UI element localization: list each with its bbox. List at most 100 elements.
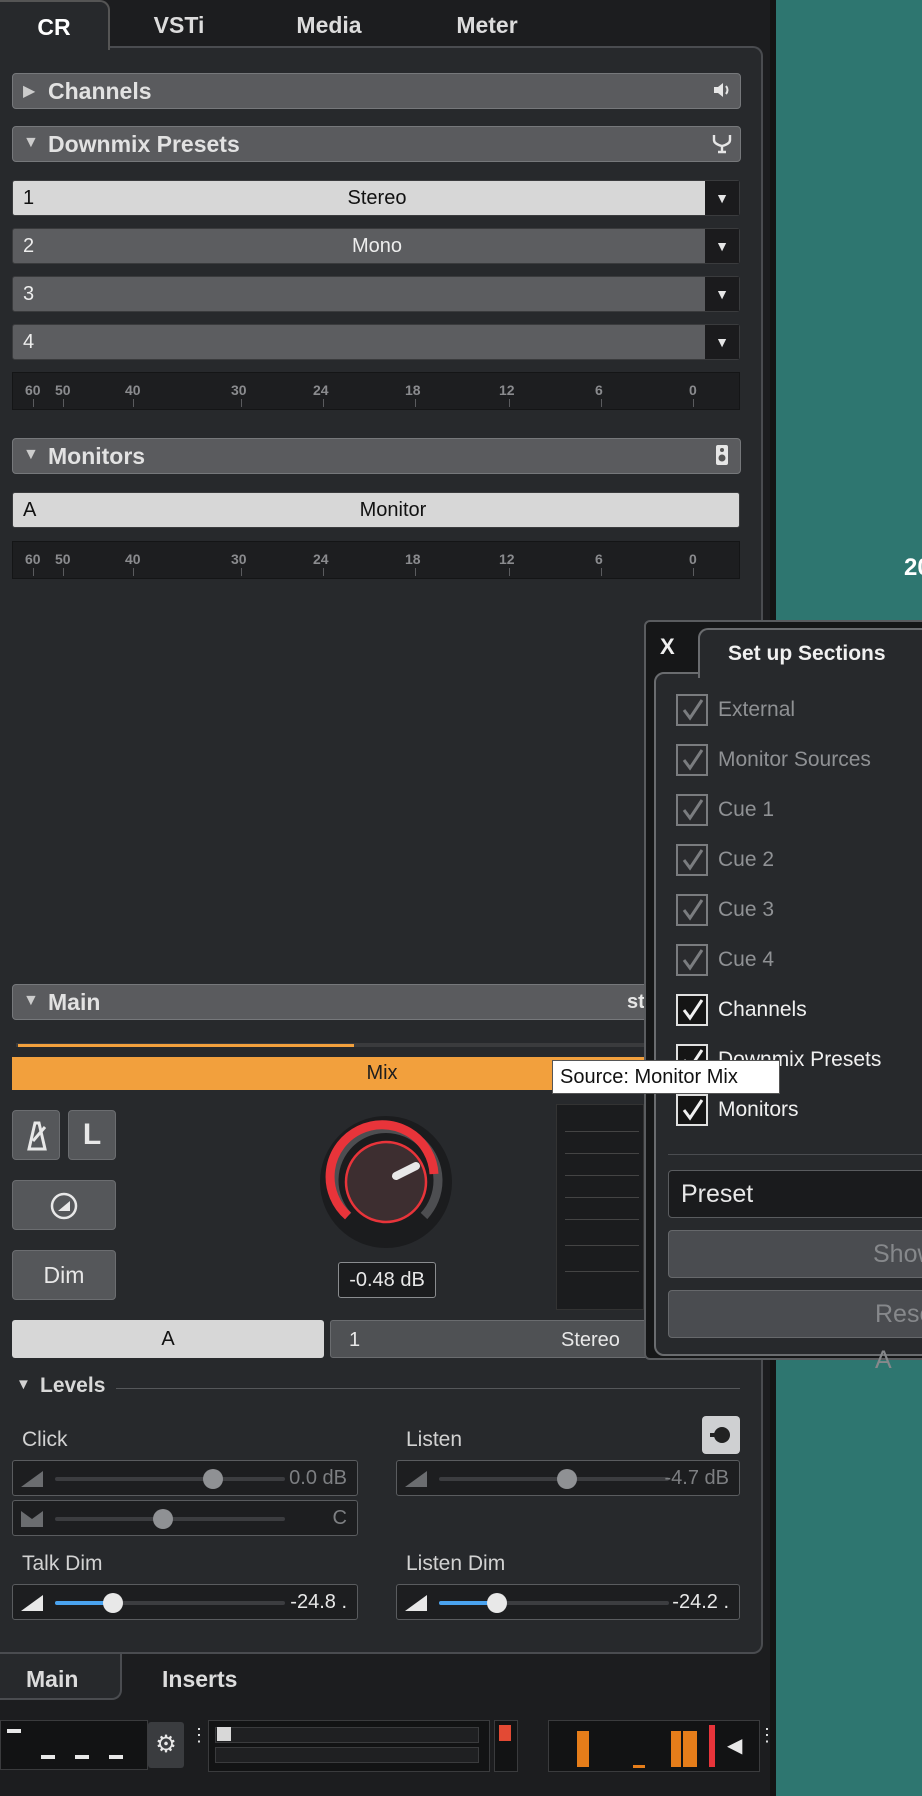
volume-ramp-icon <box>21 1471 43 1487</box>
channels-section-header[interactable]: ▶ Channels <box>12 73 741 109</box>
tab-meter[interactable]: Meter <box>444 0 530 48</box>
listen-dim-slider[interactable]: -24.2 . <box>396 1584 740 1620</box>
section-checkbox[interactable] <box>676 894 708 926</box>
listen-icon <box>710 1427 730 1443</box>
listen-dim-value: -24.2 . <box>672 1591 729 1613</box>
listen-level-slider[interactable]: -4.7 dB <box>396 1460 740 1496</box>
gain-knob[interactable] <box>316 1112 456 1252</box>
listen-label: Listen <box>406 1428 463 1451</box>
scale-label: 12 <box>499 551 515 567</box>
levels-title: Levels <box>40 1374 106 1397</box>
scale-label: 0 <box>689 551 697 567</box>
setup-sections-tab: Set up Sections <box>698 628 922 678</box>
scale-label: 40 <box>125 551 141 567</box>
downmix-preset-row[interactable]: 4 ▼ <box>12 324 740 360</box>
scale-label: 18 <box>405 551 421 567</box>
downmix-number: 1 <box>349 1329 361 1351</box>
reset-all-button[interactable]: Reset A <box>668 1290 922 1374</box>
background-text: 20 <box>904 554 922 581</box>
listen-dim-label: Listen Dim <box>406 1552 506 1575</box>
talk-dim-value: -24.8 . <box>290 1591 347 1613</box>
section-checkbox[interactable] <box>676 694 708 726</box>
downmix-preset-row[interactable]: 1 Stereo ▼ <box>12 180 740 216</box>
monitor-meter-scale: 60 50 40 30 24 18 12 6 0 <box>12 541 740 579</box>
tab-vsti[interactable]: VSTi <box>136 0 222 48</box>
scale-label: 6 <box>595 551 603 567</box>
tab-media[interactable]: Media <box>282 0 376 48</box>
listen-l-button[interactable]: L <box>68 1110 116 1160</box>
volume-ramp-icon <box>405 1471 427 1487</box>
clip-indicator[interactable] <box>494 1720 518 1772</box>
preset-number: 3 <box>23 283 35 305</box>
scale-label: 30 <box>231 382 247 398</box>
section-checkbox[interactable] <box>676 994 708 1026</box>
section-checkbox-label: Monitor Sources <box>718 748 871 771</box>
expand-triangle-icon: ▼ <box>23 134 39 151</box>
listen-enable-button[interactable] <box>702 1416 740 1454</box>
main-downmix-selector[interactable]: 1 Stereo <box>330 1320 660 1358</box>
section-checkbox-label: Monitors <box>718 1098 799 1121</box>
tab-cr[interactable]: CR <box>0 0 110 50</box>
scale-label: 18 <box>405 382 421 398</box>
downmix-name: Stereo <box>561 1329 620 1351</box>
section-title: Channels <box>48 78 152 104</box>
monitor-speaker-icon[interactable] <box>710 444 734 468</box>
play-direction-icon[interactable]: ◀ <box>727 1733 742 1758</box>
scale-label: 24 <box>313 382 329 398</box>
downmix-preset-row[interactable]: 3 ▼ <box>12 276 740 312</box>
click-pan-slider[interactable]: C <box>12 1500 358 1536</box>
preset-selector[interactable]: Preset <box>668 1170 922 1218</box>
click-pan-value: C <box>332 1507 347 1529</box>
monitor-row[interactable]: A Monitor <box>12 492 740 528</box>
time-display[interactable] <box>0 1720 148 1770</box>
drag-handle-icon[interactable]: ⋮ <box>190 1726 208 1744</box>
downmix-section-header[interactable]: ▼ Downmix Presets <box>12 126 741 162</box>
dim-button[interactable]: Dim <box>12 1250 116 1300</box>
main-format-label: st <box>627 991 645 1013</box>
metronome-button[interactable] <box>12 1110 60 1160</box>
main-monitor-a-button[interactable]: A <box>12 1320 324 1358</box>
talk-dim-slider[interactable]: -24.8 . <box>12 1584 358 1620</box>
dropdown-arrow-icon[interactable]: ▼ <box>705 277 739 311</box>
section-checkbox-label: Cue 3 <box>718 898 775 921</box>
scale-label: 40 <box>125 382 141 398</box>
section-checkbox-label: External <box>718 698 796 721</box>
section-checkbox[interactable] <box>676 944 708 976</box>
section-checkbox[interactable] <box>676 794 708 826</box>
settings-gear-icon[interactable]: ⚙ <box>148 1722 184 1768</box>
section-checkbox[interactable] <box>676 744 708 776</box>
position-meter <box>208 1720 490 1772</box>
dropdown-arrow-icon[interactable]: ▼ <box>705 181 739 215</box>
show-all-button[interactable]: Show A <box>668 1230 922 1314</box>
volume-ramp-icon <box>405 1595 427 1611</box>
gain-value[interactable]: -0.48 dB <box>338 1262 436 1298</box>
expand-triangle-icon: ▼ <box>23 446 39 463</box>
main-level-meter <box>556 1104 644 1310</box>
speaker-icon[interactable] <box>710 79 734 103</box>
mix-level-fill <box>18 1044 354 1047</box>
click-level-slider[interactable]: 0.0 dB <box>12 1460 358 1496</box>
metronome-icon <box>27 1121 47 1151</box>
monitors-section-header[interactable]: ▼ Monitors <box>12 438 741 474</box>
section-checkbox[interactable] <box>676 844 708 876</box>
main-section-header[interactable]: ▼ Main st <box>12 984 752 1020</box>
activity-meter: ◀ <box>548 1720 760 1772</box>
reference-level-button[interactable] <box>12 1180 116 1230</box>
downmix-meter-scale: 60 50 40 30 24 18 12 6 0 <box>12 372 740 410</box>
drag-handle-icon[interactable]: ⋮ <box>758 1726 776 1744</box>
downmix-preset-row[interactable]: 2 Mono ▼ <box>12 228 740 264</box>
dropdown-arrow-icon[interactable]: ▼ <box>705 325 739 359</box>
close-icon[interactable]: X <box>660 634 675 660</box>
downmix-icon[interactable] <box>710 132 734 156</box>
section-checkbox[interactable] <box>676 1094 708 1126</box>
dropdown-arrow-icon[interactable]: ▼ <box>705 229 739 263</box>
levels-triangle-icon[interactable]: ▼ <box>16 1376 31 1393</box>
section-title: Downmix Presets <box>48 131 240 157</box>
click-level-value: 0.0 dB <box>289 1467 347 1489</box>
talk-dim-label: Talk Dim <box>22 1552 103 1575</box>
tooltip: Source: Monitor Mix <box>552 1060 780 1094</box>
tab-inserts[interactable]: Inserts <box>162 1658 237 1700</box>
scale-label: 50 <box>55 551 71 567</box>
tab-main[interactable]: Main <box>26 1658 78 1700</box>
monitor-name: Monitor <box>359 499 427 521</box>
